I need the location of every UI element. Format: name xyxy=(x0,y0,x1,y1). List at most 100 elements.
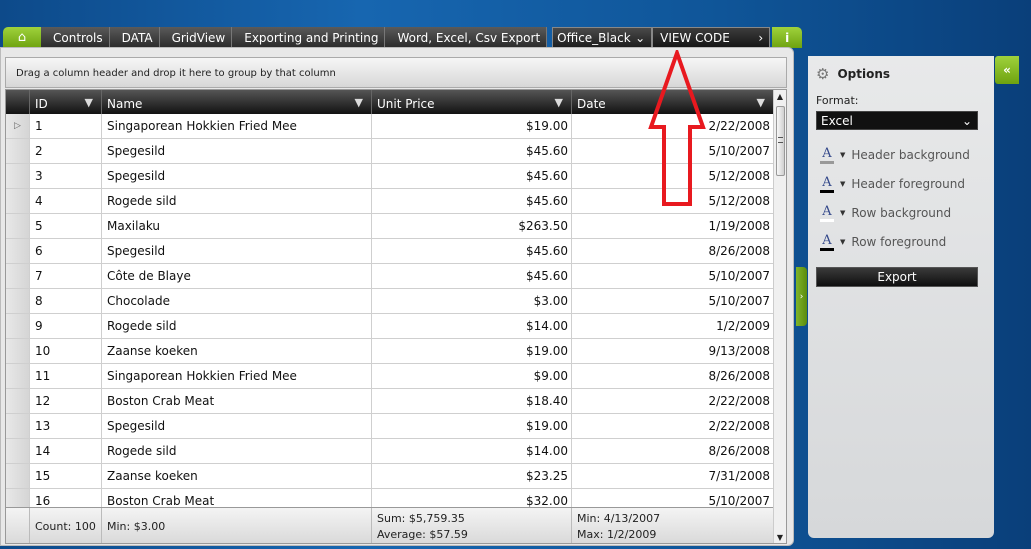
cell-unit-price[interactable]: $45.60 xyxy=(372,139,572,163)
table-row[interactable]: 11 Singaporean Hokkien Fried Mee $9.00 8/26… xyxy=(6,364,774,389)
filter-icon[interactable]: ▼ xyxy=(85,96,93,109)
table-row[interactable]: 12 Boston Crab Meat $18.40 2/22/2008 xyxy=(6,389,774,414)
view-code-button[interactable]: VIEW CODE › xyxy=(652,27,771,48)
scroll-up-icon[interactable]: ▲ xyxy=(774,90,786,104)
cell-unit-price[interactable]: $45.60 xyxy=(372,164,572,188)
breadcrumb-export[interactable]: Word, Excel, Csv Export xyxy=(385,27,548,48)
cell-date[interactable]: 1/19/2008 xyxy=(572,214,774,238)
row-indicator[interactable] xyxy=(6,439,30,463)
cell-date[interactable]: 9/13/2008 xyxy=(572,339,774,363)
column-header-unit-price[interactable]: Unit Price ▼ xyxy=(372,90,572,114)
row-indicator[interactable] xyxy=(6,139,30,163)
breadcrumb-exporting[interactable]: Exporting and Printing xyxy=(232,27,386,48)
vertical-scrollbar[interactable]: ▲ ▼ xyxy=(773,90,786,543)
row-indicator[interactable] xyxy=(6,164,30,188)
column-header-id[interactable]: ID ▼ xyxy=(30,90,102,114)
format-select[interactable]: Excel ⌄ xyxy=(816,111,978,130)
table-row[interactable]: 15 Zaanse koeken $23.25 7/31/2008 xyxy=(6,464,774,489)
cell-name[interactable]: Rogede sild xyxy=(102,314,372,338)
cell-name[interactable]: Spegesild xyxy=(102,164,372,188)
cell-date[interactable]: 2/22/2008 xyxy=(572,414,774,438)
cell-name[interactable]: Rogede sild xyxy=(102,439,372,463)
export-button[interactable]: Export xyxy=(816,267,978,287)
row-background-picker[interactable]: A ▼ Row background xyxy=(820,204,951,222)
row-indicator[interactable] xyxy=(6,364,30,388)
cell-name[interactable]: Singaporean Hokkien Fried Mee xyxy=(102,114,372,138)
cell-id[interactable]: 11 xyxy=(30,364,102,388)
scroll-down-icon[interactable]: ▼ xyxy=(774,531,786,543)
cell-id[interactable]: 14 xyxy=(30,439,102,463)
cell-unit-price[interactable]: $263.50 xyxy=(372,214,572,238)
cell-date[interactable]: 1/2/2009 xyxy=(572,314,774,338)
cell-unit-price[interactable]: $18.40 xyxy=(372,389,572,413)
row-indicator[interactable] xyxy=(6,214,30,238)
cell-date[interactable]: 7/31/2008 xyxy=(572,464,774,488)
cell-name[interactable]: Zaanse koeken xyxy=(102,464,372,488)
table-row[interactable]: 10 Zaanse koeken $19.00 9/13/2008 xyxy=(6,339,774,364)
cell-id[interactable]: 4 xyxy=(30,189,102,213)
theme-dropdown[interactable]: Office_Black ⌄ xyxy=(552,27,653,48)
cell-name[interactable]: Chocolade xyxy=(102,289,372,313)
cell-name[interactable]: Rogede sild xyxy=(102,189,372,213)
cell-id[interactable]: 12 xyxy=(30,389,102,413)
cell-name[interactable]: Maxilaku xyxy=(102,214,372,238)
row-indicator[interactable] xyxy=(6,339,30,363)
cell-unit-price[interactable]: $45.60 xyxy=(372,264,572,288)
cell-id[interactable]: 3 xyxy=(30,164,102,188)
table-row[interactable]: 9 Rogede sild $14.00 1/2/2009 xyxy=(6,314,774,339)
row-indicator[interactable] xyxy=(6,389,30,413)
scroll-thumb[interactable] xyxy=(776,106,785,176)
row-indicator[interactable] xyxy=(6,414,30,438)
row-indicator[interactable] xyxy=(6,189,30,213)
cell-id[interactable]: 5 xyxy=(30,214,102,238)
breadcrumb-controls[interactable]: Controls xyxy=(41,27,110,48)
table-row[interactable]: 13 Spegesild $19.00 2/22/2008 xyxy=(6,414,774,439)
header-foreground-picker[interactable]: A ▼ Header foreground xyxy=(820,175,965,193)
cell-id[interactable]: 15 xyxy=(30,464,102,488)
filter-icon[interactable]: ▼ xyxy=(555,96,563,109)
cell-unit-price[interactable]: $19.00 xyxy=(372,414,572,438)
cell-unit-price[interactable]: $3.00 xyxy=(372,289,572,313)
row-indicator[interactable] xyxy=(6,464,30,488)
cell-name[interactable]: Spegesild xyxy=(102,239,372,263)
cell-date[interactable]: 8/26/2008 xyxy=(572,364,774,388)
cell-unit-price[interactable]: $45.60 xyxy=(372,189,572,213)
cell-unit-price[interactable]: $19.00 xyxy=(372,339,572,363)
breadcrumb-data[interactable]: DATA xyxy=(109,27,160,48)
filter-icon[interactable]: ▼ xyxy=(355,96,363,109)
side-expand-tab[interactable]: › xyxy=(796,267,807,326)
cell-date[interactable]: 5/10/2007 xyxy=(572,289,774,313)
column-header-name[interactable]: Name ▼ xyxy=(102,90,372,114)
cell-name[interactable]: Singaporean Hokkien Fried Mee xyxy=(102,364,372,388)
cell-date[interactable]: 5/10/2007 xyxy=(572,264,774,288)
table-row[interactable]: 14 Rogede sild $14.00 8/26/2008 xyxy=(6,439,774,464)
cell-id[interactable]: 6 xyxy=(30,239,102,263)
table-row[interactable]: 5 Maxilaku $263.50 1/19/2008 xyxy=(6,214,774,239)
row-indicator[interactable] xyxy=(6,289,30,313)
cell-date[interactable]: 2/22/2008 xyxy=(572,389,774,413)
row-indicator[interactable] xyxy=(6,314,30,338)
cell-date[interactable]: 8/26/2008 xyxy=(572,239,774,263)
home-button[interactable]: ⌂ xyxy=(3,27,41,48)
cell-unit-price[interactable]: $9.00 xyxy=(372,364,572,388)
cell-name[interactable]: Boston Crab Meat xyxy=(102,389,372,413)
row-foreground-picker[interactable]: A ▼ Row foreground xyxy=(820,233,946,251)
header-background-picker[interactable]: A ▼ Header background xyxy=(820,146,970,164)
table-row[interactable]: 6 Spegesild $45.60 8/26/2008 xyxy=(6,239,774,264)
cell-id[interactable]: 8 xyxy=(30,289,102,313)
collapse-options-button[interactable]: « xyxy=(995,56,1019,84)
row-indicator[interactable]: ▷ xyxy=(6,114,30,138)
cell-date[interactable]: 8/26/2008 xyxy=(572,439,774,463)
cell-name[interactable]: Spegesild xyxy=(102,414,372,438)
cell-unit-price[interactable]: $14.00 xyxy=(372,314,572,338)
table-row[interactable]: 8 Chocolade $3.00 5/10/2007 xyxy=(6,289,774,314)
filter-icon[interactable]: ▼ xyxy=(757,96,765,109)
cell-id[interactable]: 10 xyxy=(30,339,102,363)
table-row[interactable]: 7 Côte de Blaye $45.60 5/10/2007 xyxy=(6,264,774,289)
cell-unit-price[interactable]: $45.60 xyxy=(372,239,572,263)
cell-name[interactable]: Côte de Blaye xyxy=(102,264,372,288)
cell-id[interactable]: 13 xyxy=(30,414,102,438)
row-indicator[interactable] xyxy=(6,264,30,288)
cell-unit-price[interactable]: $14.00 xyxy=(372,439,572,463)
info-button[interactable]: i xyxy=(772,27,803,48)
